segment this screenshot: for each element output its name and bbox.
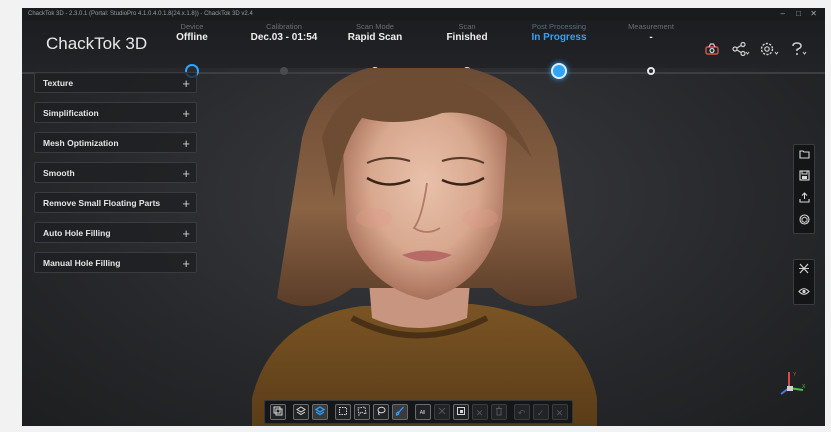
export-icon[interactable] (794, 189, 814, 211)
right-toolbar-file (793, 144, 815, 234)
minimize-icon[interactable]: – (781, 8, 785, 20)
model-icon[interactable] (794, 211, 814, 233)
option-label: Texture (43, 78, 74, 88)
crop-icon[interactable] (452, 404, 469, 420)
option-label: Smooth (43, 168, 75, 178)
lasso-select-icon[interactable] (372, 404, 389, 420)
brush-select-icon[interactable] (391, 404, 408, 420)
undo-icon[interactable]: ↶ (513, 404, 530, 420)
clear-icon[interactable]: ✕ (471, 404, 488, 420)
texture-option[interactable]: Texture + (34, 72, 197, 93)
workflow-header: ChackTok 3D Device Offline Calibration D… (22, 20, 825, 79)
expand-plus-icon[interactable]: + (182, 163, 190, 184)
help-icon[interactable] (790, 42, 808, 58)
scanner-icon[interactable] (704, 42, 720, 58)
rect-select-icon[interactable] (334, 404, 351, 420)
folder-icon[interactable] (794, 145, 814, 167)
step-measurement[interactable]: Measurement - (596, 22, 706, 43)
axis-y-label: Y (793, 372, 797, 378)
option-label: Mesh Optimization (43, 138, 119, 148)
simplification-option[interactable]: Simplification + (34, 102, 197, 123)
fit-view-icon[interactable] (794, 260, 814, 282)
layers-active-icon[interactable] (311, 404, 328, 420)
share-icon[interactable] (732, 41, 750, 58)
app-logo: ChackTok 3D (46, 34, 148, 53)
app-window: ChackTok 3D - 2.3.0.1 (Portal: StudioPro… (22, 8, 825, 426)
post-processing-panel: Texture + Simplification + Mesh Optimiza… (34, 72, 197, 282)
option-label: Remove Small Floating Parts (43, 198, 161, 208)
cancel-icon[interactable]: ✕ (551, 404, 568, 420)
title-bar: ChackTok 3D - 2.3.0.1 (Portal: StudioPro… (22, 8, 825, 20)
maximize-icon[interactable]: □ (796, 8, 801, 20)
expand-plus-icon[interactable]: + (182, 103, 190, 124)
expand-plus-icon[interactable]: + (182, 193, 190, 214)
axis-x-label: X (802, 384, 806, 390)
step-label: Measurement (628, 22, 674, 31)
expand-plus-icon[interactable]: + (182, 223, 190, 244)
window-title: ChackTok 3D - 2.3.0.1 (Portal: StudioPro… (28, 11, 253, 17)
layers-icon[interactable] (292, 404, 309, 420)
poly-select-icon[interactable] (353, 404, 370, 420)
close-icon[interactable]: ✕ (810, 8, 817, 20)
expand-plus-icon[interactable]: + (182, 133, 190, 154)
expand-plus-icon[interactable]: + (182, 73, 190, 94)
right-toolbar-view (793, 259, 815, 305)
auto-hole-filling-option[interactable]: Auto Hole Filling + (34, 222, 197, 243)
layer-icon[interactable] (269, 404, 286, 420)
expand-plus-icon[interactable]: + (182, 253, 190, 274)
manual-hole-filling-option[interactable]: Manual Hole Filling + (34, 252, 197, 273)
axis-gizmo-icon: Y X (780, 372, 806, 395)
select-all-button[interactable]: All (414, 404, 431, 420)
remove-small-floating-parts-option[interactable]: Remove Small Floating Parts + (34, 192, 197, 213)
mesh-optimization-option[interactable]: Mesh Optimization + (34, 132, 197, 153)
invert-select-icon[interactable] (433, 404, 450, 420)
apply-icon[interactable]: ✓ (532, 404, 549, 420)
option-label: Auto Hole Filling (43, 228, 111, 238)
smooth-option[interactable]: Smooth + (34, 162, 197, 183)
option-label: Manual Hole Filling (43, 258, 121, 268)
step-value: - (649, 32, 653, 43)
selection-toolbar: All ✕ ↶ ✓ ✕ (264, 400, 573, 424)
delete-icon[interactable] (490, 404, 507, 420)
save-icon[interactable] (794, 167, 814, 189)
settings-icon[interactable] (760, 42, 780, 58)
visibility-icon[interactable] (794, 282, 814, 304)
option-label: Simplification (43, 108, 99, 118)
